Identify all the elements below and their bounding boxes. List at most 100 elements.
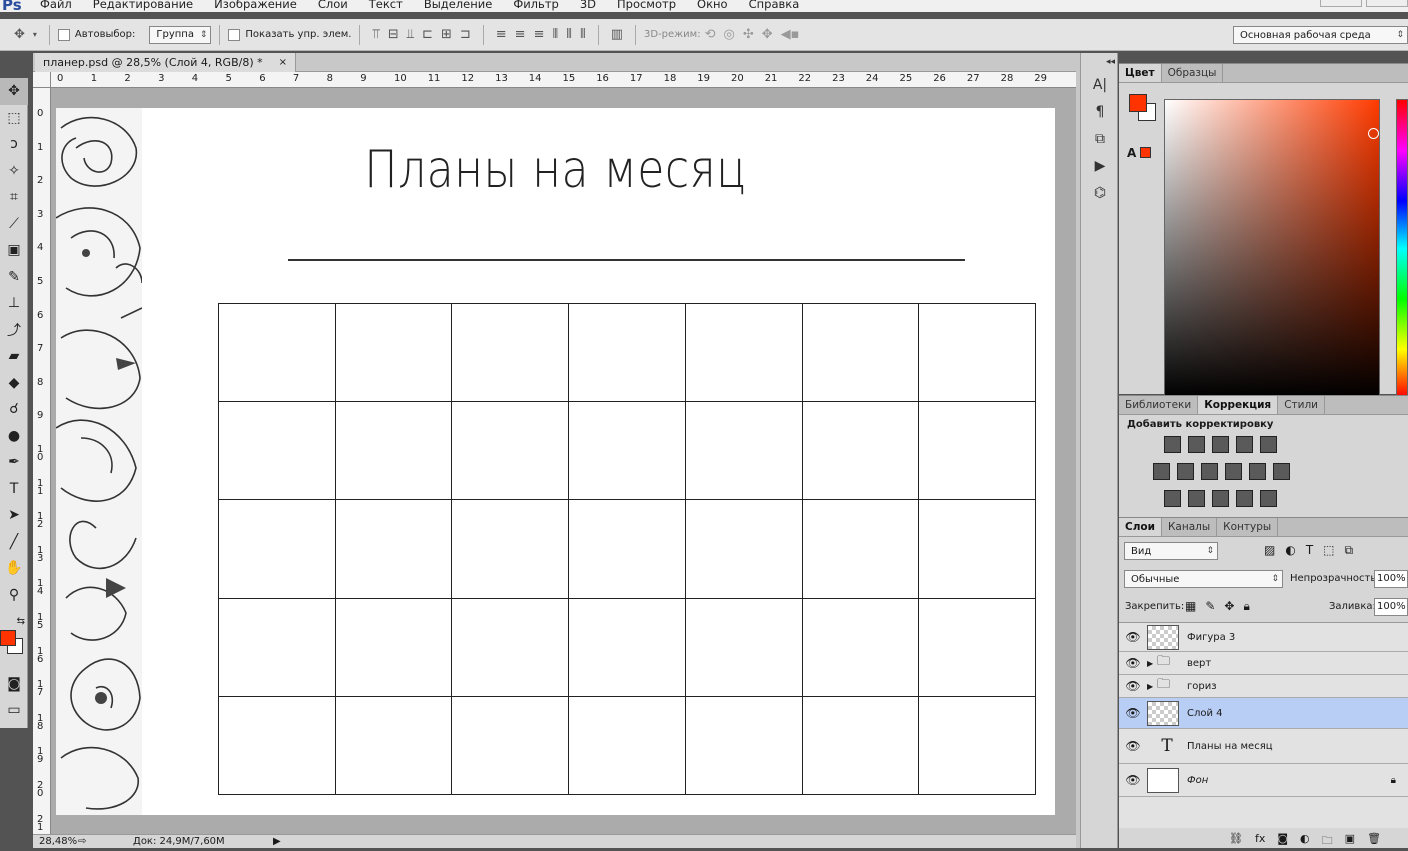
new-adjustment-icon[interactable]: ◐ [1300, 832, 1310, 851]
selective-color-icon[interactable] [1236, 490, 1253, 507]
zoom-level[interactable]: 28,48% [33, 836, 78, 847]
status-menu-icon[interactable]: ⇨ [78, 836, 133, 847]
color-balance-icon[interactable] [1177, 463, 1194, 480]
3d-panel-icon[interactable]: ⌬ [1081, 179, 1119, 206]
align-top-icon[interactable]: ⫪ [372, 27, 379, 42]
quick-mask-icon[interactable]: ◙ [0, 671, 28, 698]
blend-mode-dropdown[interactable]: Обычные [1124, 570, 1283, 588]
filter-smart-icon[interactable]: ⧉ [1345, 543, 1354, 558]
tool-preset-chevron-icon[interactable]: ▾ [33, 30, 37, 39]
vertical-ruler[interactable]: 0 1 2 3 4 5 6 7 8 9 10 11 12 13 14 15 16 17 18 19 20 21 [33, 88, 51, 834]
clone-source-icon[interactable]: ⧉ [1081, 125, 1119, 152]
line-tool-icon[interactable]: ╱ [0, 529, 28, 556]
menu-help[interactable]: Справка [749, 0, 800, 11]
tab-color[interactable]: Цвет [1119, 64, 1162, 82]
pen-tool-icon[interactable]: ✒ [0, 449, 28, 476]
tab-adjustments[interactable]: Коррекция [1198, 396, 1279, 414]
paint-bucket-tool-icon[interactable]: ◆ [0, 370, 28, 397]
filter-type-icon[interactable]: T [1306, 543, 1313, 558]
filter-shape-icon[interactable]: ⬚ [1323, 543, 1334, 558]
align-right-icon[interactable]: ⊐ [460, 27, 471, 42]
document-canvas[interactable]: Планы на месяц [56, 108, 1055, 815]
align-left-icon[interactable]: ⊏ [422, 27, 433, 42]
status-arrow-icon[interactable]: ▶ [273, 836, 281, 847]
visibility-eye-icon[interactable]: 👁︎ [1119, 739, 1147, 753]
paragraph-panel-icon[interactable]: ¶ [1081, 98, 1119, 125]
path-selection-tool-icon[interactable]: ➤ [0, 502, 28, 529]
hue-slider[interactable] [1396, 99, 1408, 398]
scale-3d-icon[interactable]: ◀▪ [781, 27, 800, 42]
magic-wand-tool-icon[interactable]: ✧ [0, 158, 28, 185]
menu-3d[interactable]: 3D [580, 0, 596, 11]
crop-tool-icon[interactable]: ⌗ [0, 184, 28, 211]
levels-icon[interactable] [1188, 436, 1205, 453]
lock-transparency-icon[interactable]: ▦ [1185, 599, 1196, 614]
slide-3d-icon[interactable]: ✥ [762, 27, 773, 42]
menu-filter[interactable]: Фильтр [513, 0, 559, 11]
foreground-color-swatch[interactable] [0, 630, 16, 646]
roll-3d-icon[interactable]: ◎ [723, 27, 734, 42]
color-field[interactable] [1164, 99, 1380, 398]
collapse-dock-icon[interactable]: ◂◂ [1081, 53, 1119, 71]
menu-view[interactable]: Просмотр [617, 0, 676, 11]
new-layer-icon[interactable]: ▣ [1345, 832, 1355, 851]
layer-row[interactable]: 👁︎ Фигура 3 [1119, 623, 1408, 652]
layer-filter-dropdown[interactable]: Вид [1124, 542, 1218, 560]
filter-pixel-icon[interactable]: ▨ [1264, 543, 1275, 558]
gamut-swatch[interactable] [1140, 147, 1151, 158]
actions-play-icon[interactable]: ▶ [1081, 152, 1119, 179]
color-picker-cursor[interactable] [1368, 128, 1379, 139]
exposure-icon[interactable] [1236, 436, 1253, 453]
black-white-icon[interactable] [1201, 463, 1218, 480]
pan-3d-icon[interactable]: ✣ [743, 27, 754, 42]
history-brush-tool-icon[interactable]: ⤴ [0, 317, 28, 344]
move-tool-icon[interactable]: ✥ [14, 27, 25, 42]
visibility-eye-icon[interactable]: 👁︎ [1119, 679, 1147, 693]
stamp-tool-icon[interactable]: ⊥ [0, 290, 28, 317]
blur-tool-icon[interactable]: ☌ [0, 396, 28, 423]
expand-group-icon[interactable]: ▶ [1147, 659, 1157, 668]
menu-layers[interactable]: Слои [318, 0, 348, 11]
gamut-warning-icon[interactable]: A [1127, 146, 1136, 160]
tab-libraries[interactable]: Библиотеки [1119, 396, 1199, 414]
curves-icon[interactable] [1212, 436, 1229, 453]
eyedropper-tool-icon[interactable]: ⟋ [0, 211, 28, 238]
align-hcenter-icon[interactable]: ⊞ [441, 27, 452, 42]
lasso-tool-icon[interactable]: ↄ [0, 131, 28, 158]
menu-window[interactable]: Окно [697, 0, 728, 11]
distribute-hcenter-icon[interactable]: ⦀ [566, 27, 572, 42]
layer-row[interactable]: 👁︎ T Планы на месяц [1119, 729, 1408, 764]
zoom-tool-icon[interactable]: ⚲ [0, 582, 28, 609]
layer-row-selected[interactable]: 👁︎ Слой 4 [1119, 698, 1408, 729]
menu-image[interactable]: Изображение [214, 0, 297, 11]
threshold-icon[interactable] [1212, 490, 1229, 507]
ruler-origin[interactable] [33, 72, 51, 88]
show-controls-checkbox[interactable] [228, 28, 241, 41]
add-mask-icon[interactable]: ◙ [1277, 832, 1288, 851]
close-tab-icon[interactable]: × [279, 57, 287, 68]
channel-mixer-icon[interactable] [1249, 463, 1266, 480]
distribute-vcenter-icon[interactable]: ≡ [515, 27, 526, 42]
visibility-eye-icon[interactable]: 👁︎ [1119, 630, 1147, 644]
hue-saturation-icon[interactable] [1153, 463, 1170, 480]
lock-pixels-icon[interactable]: ✎ [1205, 599, 1215, 614]
lock-position-icon[interactable]: ✥ [1224, 599, 1234, 614]
brush-tool-icon[interactable]: ✎ [0, 264, 28, 291]
distribute-right-icon[interactable]: ⦀ [580, 27, 586, 42]
tab-channels[interactable]: Каналы [1162, 518, 1218, 536]
layer-row[interactable]: 👁︎ ▶ 🗀 гориз [1119, 675, 1408, 698]
brightness-icon[interactable] [1164, 436, 1181, 453]
minimize-button[interactable] [1320, 0, 1362, 7]
align-bottom-icon[interactable]: ⫫ [407, 27, 414, 42]
orbit-3d-icon[interactable]: ⟲ [705, 27, 716, 42]
tab-styles[interactable]: Стили [1278, 396, 1325, 414]
type-tool-icon[interactable]: T [0, 476, 28, 503]
menu-edit[interactable]: Редактирование [93, 0, 193, 11]
character-panel-icon[interactable]: A| [1081, 71, 1119, 98]
invert-icon[interactable] [1164, 490, 1181, 507]
visibility-eye-icon[interactable]: 👁︎ [1119, 706, 1147, 720]
dodge-tool-icon[interactable]: ● [0, 423, 28, 450]
menu-select[interactable]: Выделение [424, 0, 493, 11]
opacity-input[interactable]: 100% [1374, 570, 1408, 588]
visibility-eye-icon[interactable]: 👁︎ [1119, 773, 1147, 787]
